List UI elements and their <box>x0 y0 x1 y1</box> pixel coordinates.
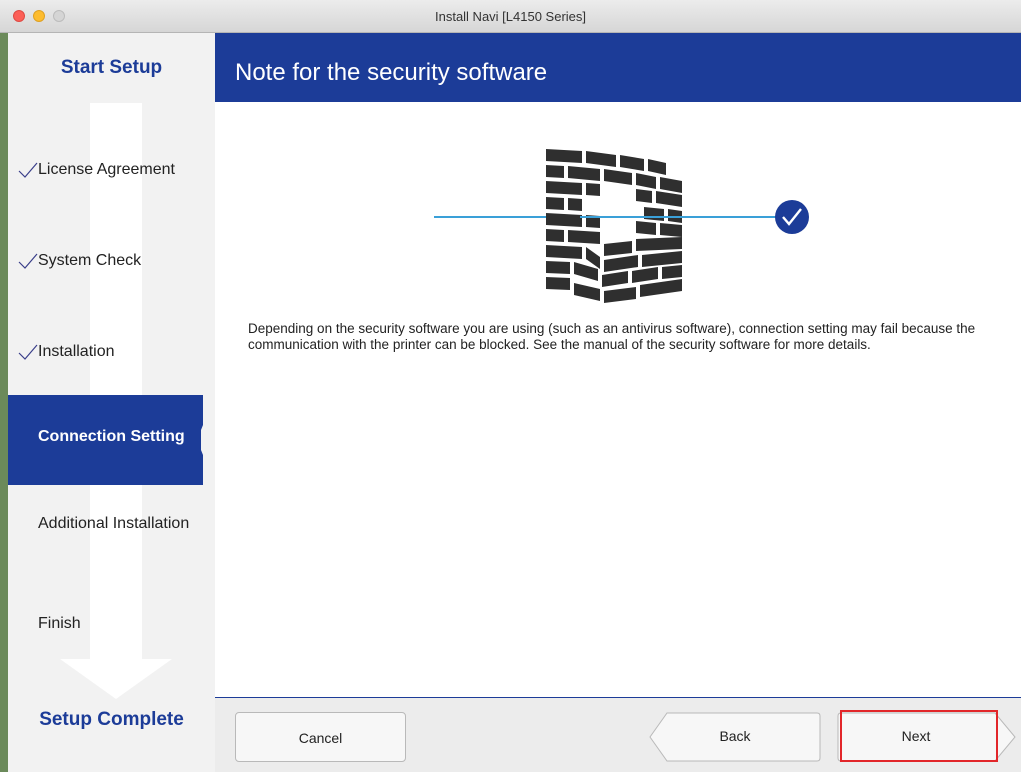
active-step-pointer <box>199 395 203 485</box>
sidebar-item-additional-installation: Additional Installation <box>8 512 215 536</box>
background-edge <box>0 33 8 772</box>
sidebar-item-system-check: System Check <box>8 249 215 273</box>
page-title: Note for the security software <box>235 59 548 86</box>
sidebar-item-label: Additional Installation <box>38 515 190 532</box>
check-icon <box>18 344 38 360</box>
sidebar: Start Setup License Agreement System Che… <box>8 33 215 772</box>
main-content: Note for the security software Depending… <box>215 33 1021 772</box>
sidebar-item-label: Finish <box>38 615 81 632</box>
security-note-text: Depending on the security software you a… <box>248 321 976 352</box>
page-header: Note for the security software <box>215 33 1021 102</box>
sidebar-item-license-agreement: License Agreement <box>8 158 215 182</box>
footer-bar: Cancel Back Next <box>215 697 1021 772</box>
check-icon <box>18 253 38 269</box>
check-icon <box>18 162 38 178</box>
sidebar-item-label: Connection Setting <box>38 428 185 445</box>
window-title: Install Navi [L4150 Series] <box>434 9 587 24</box>
sidebar-item-label: License Agreement <box>38 161 175 178</box>
sidebar-start-heading: Start Setup <box>60 57 163 78</box>
back-button-label: Back <box>719 728 751 744</box>
back-button[interactable]: Back <box>649 712 821 762</box>
next-highlight-box <box>840 710 998 762</box>
down-arrow-icon <box>60 659 172 699</box>
firewall-icon <box>434 149 809 303</box>
sidebar-item-installation: Installation <box>8 340 215 364</box>
progress-arrow-shaft <box>90 103 142 663</box>
cancel-button[interactable]: Cancel <box>235 712 406 762</box>
title-bar: Install Navi [L4150 Series] <box>0 0 1021 33</box>
sidebar-item-label: System Check <box>38 252 142 269</box>
sidebar-item-label: Installation <box>38 343 115 360</box>
sidebar-end-heading: Setup Complete <box>39 709 184 730</box>
sidebar-item-connection-setting: Connection Setting <box>8 395 201 485</box>
sidebar-item-finish: Finish <box>8 612 215 636</box>
